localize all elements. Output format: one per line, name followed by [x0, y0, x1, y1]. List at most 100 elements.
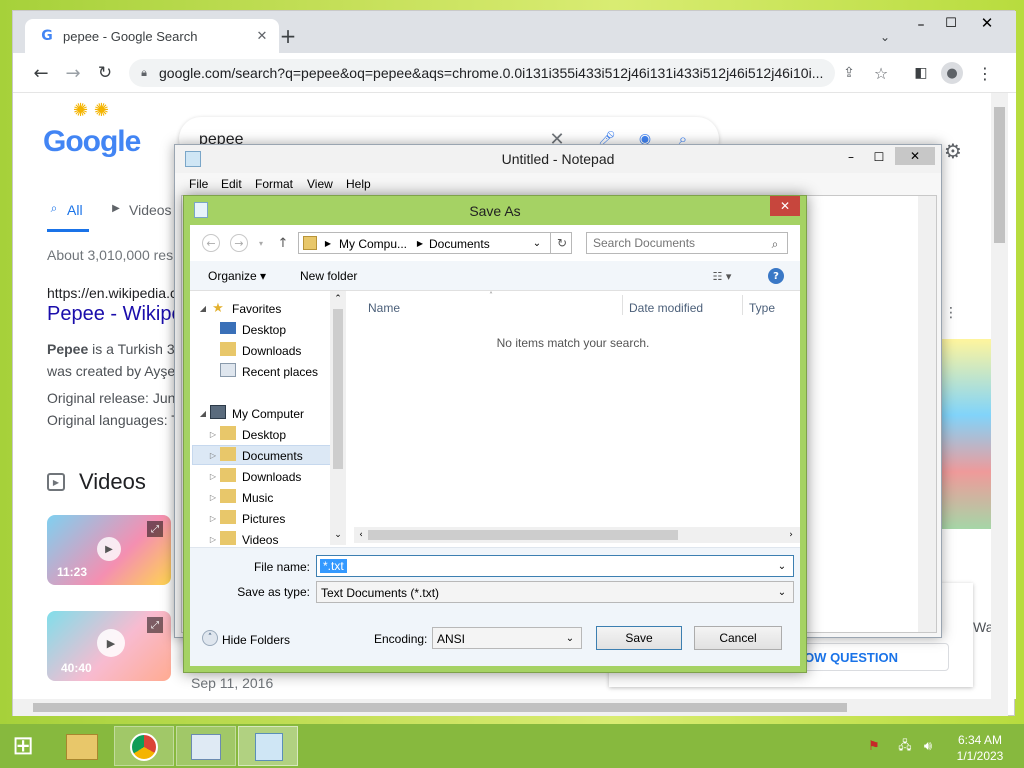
cancel-button[interactable]: Cancel [694, 626, 782, 650]
network-icon[interactable]: 🖧︎ [896, 738, 914, 754]
forward-icon[interactable]: → [61, 61, 85, 85]
system-clock[interactable]: 6:34 AM 1/1/2023 [948, 732, 1012, 764]
scroll-up-icon[interactable]: ⌃ [332, 293, 344, 305]
right-image-panel[interactable] [939, 339, 991, 529]
notepad-maximize-icon[interactable]: ☐ [867, 147, 891, 167]
taskbar-chrome[interactable] [114, 726, 174, 766]
scroll-left-icon[interactable]: ‹ [356, 529, 366, 541]
video-thumbnail-2[interactable]: ▶ 40:40 ⤢ [47, 611, 171, 681]
nav-favorites[interactable]: Favorites [232, 302, 281, 316]
encoding-dropdown-icon[interactable]: ⌄ [563, 632, 577, 644]
nav-fav-downloads[interactable]: Downloads [242, 344, 301, 358]
search-documents-input[interactable] [593, 235, 763, 251]
nav-my-computer[interactable]: My Computer [232, 407, 304, 421]
browser-tab[interactable]: G pepee - Google Search ✕ [25, 19, 279, 53]
page-vertical-scrollbar[interactable] [991, 93, 1008, 699]
dialog-close-icon[interactable]: ✕ [770, 196, 800, 216]
recent-dropdown-icon[interactable]: ▾ [256, 237, 266, 249]
address-dropdown-icon[interactable]: ⌄ [531, 237, 543, 249]
organize-button[interactable]: Organize ▾ [208, 269, 266, 283]
file-name-combobox[interactable]: *.txt ⌄ [316, 555, 794, 577]
menu-help[interactable]: Help [346, 177, 371, 191]
up-icon[interactable]: ↑ [274, 234, 292, 252]
nav-pane-scrollbar[interactable]: ⌃ ⌄ [330, 291, 346, 545]
tab-all[interactable]: All [67, 202, 83, 218]
settings-gear-icon[interactable]: ⚙ [941, 139, 965, 163]
scroll-right-icon[interactable]: › [786, 529, 796, 541]
file-list-hscrollbar[interactable]: ‹ › [354, 527, 800, 543]
notepad-vertical-scrollbar[interactable] [918, 196, 936, 632]
google-doodle-logo[interactable]: Google [43, 125, 141, 159]
video-thumbnail-1[interactable]: ▶ 11:23 ⤢ [47, 515, 171, 585]
view-options-icon[interactable]: ☷ ▾ [704, 267, 740, 285]
more-options-icon[interactable]: ⋮ [943, 303, 959, 323]
column-date-modified[interactable]: Date modified [629, 301, 703, 315]
nav-music[interactable]: Music [242, 491, 273, 505]
scroll-thumb[interactable] [368, 530, 678, 540]
expand-arrow-icon[interactable]: ▷ [208, 512, 218, 524]
nav-desktop[interactable]: Desktop [242, 428, 286, 442]
nav-fav-recent-places[interactable]: Recent places [242, 365, 318, 379]
column-type[interactable]: Type [749, 301, 775, 315]
save-as-type-dropdown-icon[interactable]: ⌄ [775, 586, 789, 598]
scroll-thumb[interactable] [333, 309, 343, 469]
menu-file[interactable]: File [189, 177, 208, 191]
bookmark-star-icon[interactable]: ☆ [871, 63, 891, 83]
menu-kebab-icon[interactable]: ⋮ [975, 63, 995, 83]
taskbar-notepad[interactable] [238, 726, 298, 766]
profile-icon[interactable]: ● [941, 62, 963, 84]
expand-arrow-icon[interactable]: ▷ [208, 491, 218, 503]
tab-videos[interactable]: Videos [129, 202, 172, 218]
result-title-link[interactable]: Pepee - Wikipe [47, 303, 183, 326]
expand-arrow-icon[interactable]: ▷ [208, 470, 218, 482]
breadcrumb-my-computer[interactable]: My Compu... [339, 237, 407, 251]
nav-documents[interactable]: Documents [242, 449, 303, 463]
file-list[interactable]: ˄ Name Date modified Type No items match… [346, 291, 800, 545]
nav-downloads[interactable]: Downloads [242, 470, 301, 484]
menu-edit[interactable]: Edit [221, 177, 242, 191]
scroll-down-icon[interactable]: ⌄ [332, 529, 344, 541]
address-bar[interactable]: 🔒︎ google.com/search?q=pepee&oq=pepee&aq… [129, 59, 835, 87]
search-documents-box[interactable]: ⌕ [586, 232, 788, 254]
expand-arrow-icon[interactable]: ▷ [208, 428, 218, 440]
start-windows-icon[interactable]: ⊞ [6, 730, 40, 762]
hide-folders-button[interactable]: Hide Folders [222, 633, 290, 647]
result-url[interactable]: https://en.wikipedia.c [47, 285, 177, 301]
save-button[interactable]: Save [596, 626, 682, 650]
reload-icon[interactable]: ↻ [93, 61, 117, 85]
close-window-icon[interactable]: ✕ [975, 13, 999, 33]
menu-view[interactable]: View [307, 177, 333, 191]
expand-arrow-icon[interactable]: ◢ [198, 302, 208, 314]
menu-format[interactable]: Format [255, 177, 293, 191]
scroll-thumb[interactable] [994, 107, 1005, 243]
scroll-thumb[interactable] [33, 703, 847, 712]
volume-icon[interactable]: 🔊︎ [920, 738, 936, 754]
encoding-select[interactable]: ANSI ⌄ [432, 627, 582, 649]
nav-fav-desktop[interactable]: Desktop [242, 323, 286, 337]
close-tab-icon[interactable]: ✕ [253, 27, 271, 45]
maximize-icon[interactable]: ☐ [941, 13, 961, 33]
share-icon[interactable]: ⇪ [839, 63, 859, 83]
back-icon[interactable]: ← [29, 61, 53, 85]
page-horizontal-scrollbar[interactable] [13, 699, 1008, 716]
expand-arrow-icon[interactable]: ▷ [208, 533, 218, 545]
side-panel-icon[interactable]: ◧ [911, 63, 931, 83]
notepad-minimize-icon[interactable]: – [839, 147, 863, 167]
expand-arrow-icon[interactable]: ◢ [198, 407, 208, 419]
search-icon[interactable]: ⌕ [767, 236, 783, 252]
notepad-close-icon[interactable]: ✕ [895, 147, 935, 165]
minimize-icon[interactable]: – [911, 15, 931, 35]
expand-arrow-icon[interactable]: ▷ [208, 449, 218, 461]
taskbar-file-explorer[interactable] [52, 726, 112, 766]
refresh-button[interactable]: ↻ [550, 232, 572, 254]
taskbar-control-panel[interactable] [176, 726, 236, 766]
action-center-flag-icon[interactable]: ⚑ [866, 738, 882, 754]
tab-search-icon[interactable]: ⌄ [875, 27, 895, 47]
address-breadcrumb[interactable]: My Compu... ▶ ▶ Documents ⌄ [298, 232, 566, 254]
column-name[interactable]: Name [368, 301, 400, 315]
help-icon[interactable]: ? [768, 268, 784, 284]
back-icon[interactable]: ← [202, 234, 220, 252]
hide-folders-chevron-icon[interactable]: ˄ [202, 630, 218, 646]
save-as-type-select[interactable]: Text Documents (*.txt) ⌄ [316, 581, 794, 603]
nav-pictures[interactable]: Pictures [242, 512, 285, 526]
